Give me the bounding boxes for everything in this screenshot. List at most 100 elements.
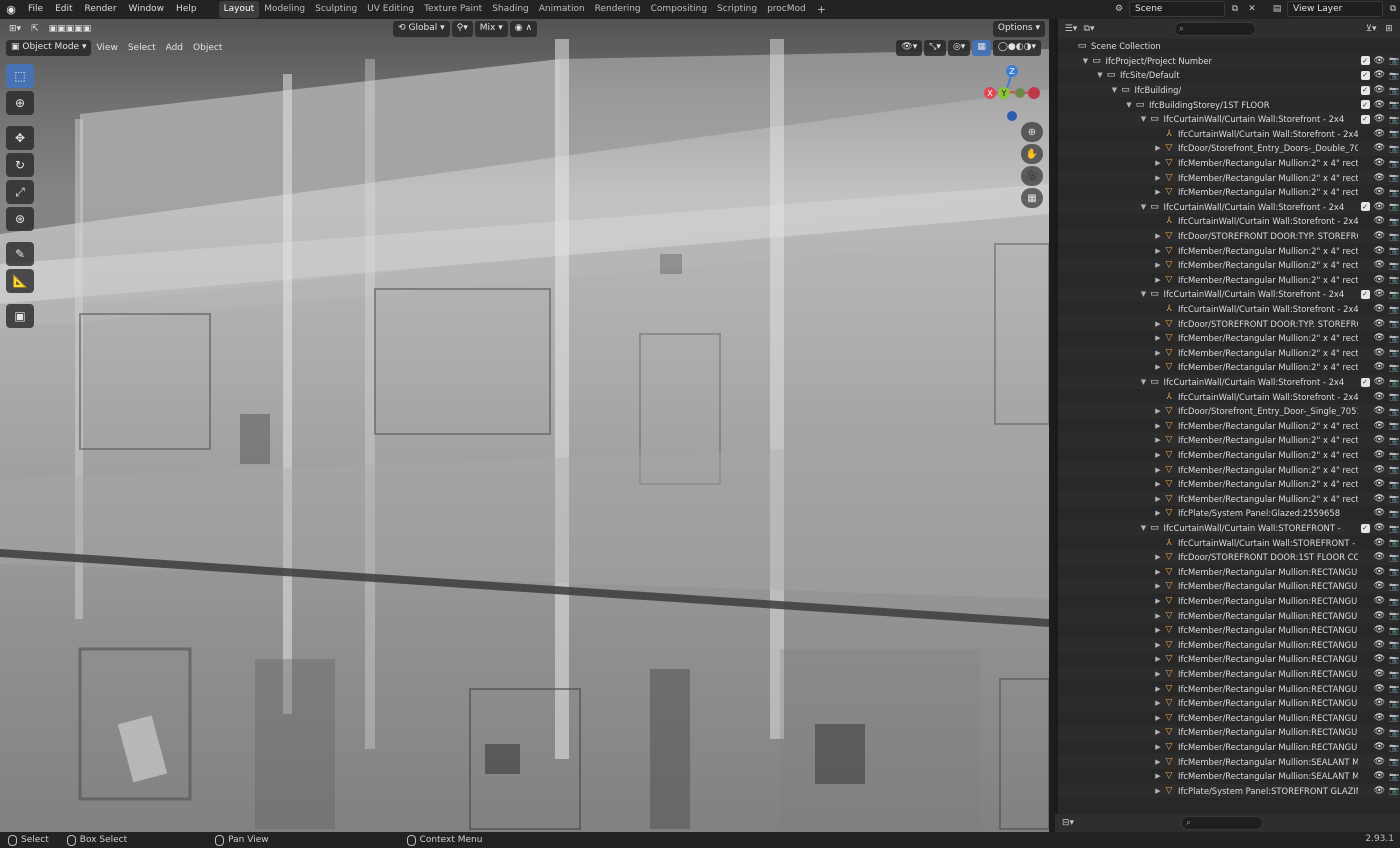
camera-render-icon[interactable]: 📷 (1389, 772, 1399, 781)
expand-arrow-icon[interactable]: ▶ (1153, 276, 1163, 284)
eye-icon[interactable]: 👁 (1374, 494, 1385, 504)
eye-icon[interactable]: 👁 (1374, 669, 1385, 679)
eye-icon[interactable]: 👁 (1374, 85, 1385, 95)
outliner-row[interactable]: ▶ ▽ IfcMember/Rectangular Mullion:2" x 4" … (1058, 156, 1400, 171)
expand-arrow-icon[interactable]: ▶ (1153, 436, 1163, 444)
outliner-row[interactable]: ▶ ▽ IfcMember/Rectangular Mullion:RECTANGU… (1058, 740, 1400, 755)
expand-arrow-icon[interactable]: ▶ (1153, 655, 1163, 663)
eye-icon[interactable]: 👁 (1374, 348, 1385, 358)
eye-icon[interactable]: 👁 (1374, 289, 1385, 299)
outliner-row[interactable]: ▶ ▽ IfcPlate/System Panel:Glazed:2559658 👁 📷 (1058, 506, 1400, 521)
eye-icon[interactable]: 👁 (1374, 508, 1385, 518)
camera-render-icon[interactable]: 📷 (1389, 115, 1399, 124)
eye-icon[interactable]: 👁 (1374, 114, 1385, 124)
outliner-row[interactable]: ▶ ▽ IfcMember/Rectangular Mullion:RECTANGU… (1058, 579, 1400, 594)
delete-scene-icon[interactable]: ✕ (1245, 2, 1259, 16)
footer-search-input[interactable]: ⌕ (1181, 816, 1263, 830)
transform-tool-icon[interactable]: ⊛ (6, 207, 34, 231)
outliner-row[interactable]: ▼ ▭ IfcBuilding/ ✓ 👁 📷 (1058, 82, 1400, 98)
camera-render-icon[interactable]: 📷 (1389, 684, 1399, 693)
outliner-row[interactable]: ▼ ▭ IfcCurtainWall/Curtain Wall:STOREFRONT… (1058, 520, 1400, 536)
camera-render-icon[interactable]: 📷 (1389, 524, 1399, 533)
eye-icon[interactable]: 👁 (1374, 581, 1385, 591)
camera-render-icon[interactable]: 📷 (1389, 319, 1399, 328)
eye-icon[interactable]: 👁 (1374, 275, 1385, 285)
expand-arrow-icon[interactable]: ▶ (1153, 714, 1163, 722)
outliner-row[interactable]: ▶ ▽ IfcMember/Rectangular Mullion:RECTANGU… (1058, 565, 1400, 580)
eye-icon[interactable]: 👁 (1374, 260, 1385, 270)
overlay-toggle-icon[interactable]: ◎▾ (947, 40, 971, 56)
camera-render-icon[interactable]: 📷 (1389, 713, 1399, 722)
camera-render-icon[interactable]: 📷 (1389, 480, 1399, 489)
tab-procmod[interactable]: procMod (762, 1, 811, 18)
camera-render-icon[interactable]: 📷 (1389, 553, 1399, 562)
menu-file[interactable]: File (22, 0, 49, 19)
outliner-row[interactable]: ▶ ▽ IfcMember/Rectangular Mullion:2" x 4" … (1058, 462, 1400, 477)
outliner-row[interactable]: ▶▽ IfcDoor/STOREFRONT DOOR:TYP. STOREFRON… (1058, 228, 1400, 244)
camera-render-icon[interactable]: 📷 (1389, 611, 1399, 620)
camera-render-icon[interactable]: 📷 (1389, 407, 1399, 416)
eye-icon[interactable]: 👁 (1374, 377, 1385, 387)
collapse-arrow-icon[interactable]: ▼ (1081, 57, 1091, 65)
eye-icon[interactable]: 👁 (1374, 538, 1385, 548)
exclude-checkbox[interactable]: ✓ (1360, 70, 1370, 80)
outliner-row[interactable]: ▶ ▽ IfcMember/Rectangular Mullion:RECTANGU… (1058, 696, 1400, 711)
eye-icon[interactable]: 👁 (1374, 143, 1385, 153)
scale-tool-icon[interactable]: ⤢ (6, 180, 34, 204)
camera-render-icon[interactable]: 📷 (1389, 582, 1399, 591)
copy-scene-icon[interactable]: ⧉ (1228, 2, 1242, 16)
menu-window[interactable]: Window (123, 0, 171, 19)
camera-render-icon[interactable]: 📷 (1389, 451, 1399, 460)
camera-render-icon[interactable]: 📷 (1389, 567, 1399, 576)
camera-render-icon[interactable]: 📷 (1389, 786, 1399, 795)
expand-arrow-icon[interactable]: ▶ (1153, 612, 1163, 620)
camera-render-icon[interactable]: 📷 (1389, 363, 1399, 372)
expand-arrow-icon[interactable]: ▶ (1153, 334, 1163, 342)
outliner-row[interactable]: ▶ ▽ IfcMember/Rectangular Mullion:2" x 4" … (1058, 433, 1400, 448)
eye-icon[interactable]: 👁 (1374, 362, 1385, 372)
gizmo-toggle-icon[interactable]: ⤡▾ (924, 40, 946, 56)
select-box-tool-icon[interactable]: ⬚ (6, 64, 34, 88)
expand-arrow-icon[interactable]: ▶ (1153, 582, 1163, 590)
camera-render-icon[interactable]: 📷 (1389, 670, 1399, 679)
outliner-row[interactable]: ▶ ▽ IfcMember/Rectangular Mullion:RECTANGU… (1058, 681, 1400, 696)
select-tool-icon[interactable]: ⇱ (26, 21, 44, 37)
tab-layout[interactable]: Layout (218, 1, 260, 18)
camera-render-icon[interactable]: 📷 (1389, 538, 1399, 547)
outliner-editor-icon[interactable]: ☰▾ (1064, 22, 1078, 36)
eye-icon[interactable]: 👁 (1374, 450, 1385, 460)
camera-render-icon[interactable]: 📷 (1389, 159, 1399, 168)
eye-icon[interactable]: 👁 (1374, 552, 1385, 562)
outliner-row[interactable]: ▶ ▽ IfcMember/Rectangular Mullion:2" x 4" … (1058, 477, 1400, 492)
collapse-arrow-icon[interactable]: ▼ (1139, 378, 1149, 386)
camera-render-icon[interactable]: 📷 (1389, 261, 1399, 270)
blender-logo-icon[interactable]: ◉ (0, 0, 22, 19)
camera-render-icon[interactable]: 📷 (1389, 597, 1399, 606)
xray-toggle-icon[interactable]: ▦ (972, 40, 991, 56)
camera-render-icon[interactable]: 📷 (1389, 71, 1399, 80)
eye-icon[interactable]: 👁 (1374, 406, 1385, 416)
eye-icon[interactable]: 👁 (1374, 158, 1385, 168)
outliner-row[interactable]: ▶ ▽ IfcMember/Rectangular Mullion:2" x 4" … (1058, 491, 1400, 507)
rotate-tool-icon[interactable]: ↻ (6, 153, 34, 177)
eye-icon[interactable]: 👁 (1374, 100, 1385, 110)
eye-icon[interactable]: 👁 (1374, 611, 1385, 621)
eye-icon[interactable]: 👁 (1374, 567, 1385, 577)
footer-editor-icon[interactable]: ⊟▾ (1061, 816, 1075, 830)
outliner-row[interactable]: ▶ ▽ IfcMember/Rectangular Mullion:2" x 4" … (1058, 331, 1400, 346)
outliner-row[interactable]: ▶ ▽ IfcMember/Rectangular Mullion:2" x 4" … (1058, 170, 1400, 185)
outliner-row[interactable]: ⅄ IfcCurtainWall/Curtain Wall:Storefront … (1058, 389, 1400, 404)
move-tool-icon[interactable]: ✥ (6, 126, 34, 150)
outliner-row[interactable]: ▼ ▭ IfcCurtainWall/Curtain Wall:Storefront… (1058, 374, 1400, 390)
outliner-row[interactable]: ▶▽ IfcDoor/STOREFRONT DOOR:1ST FLOOR CONF… (1058, 550, 1400, 565)
outliner-row[interactable]: ▶ ▽ IfcMember/Rectangular Mullion:SEALANT … (1058, 769, 1400, 784)
expand-arrow-icon[interactable]: ▶ (1153, 174, 1163, 182)
add-cube-tool-icon[interactable]: ▣ (6, 304, 34, 328)
camera-render-icon[interactable]: 📷 (1389, 275, 1399, 284)
expand-arrow-icon[interactable]: ▶ (1153, 466, 1163, 474)
expand-arrow-icon[interactable]: ▶ (1153, 728, 1163, 736)
outliner-row[interactable]: ▶ ▽ IfcDoor/Storefront_Entry_Door-_Single_… (1058, 404, 1400, 419)
collapse-arrow-icon[interactable]: ▼ (1124, 101, 1134, 109)
camera-render-icon[interactable]: 📷 (1389, 348, 1399, 357)
outliner-row[interactable]: ⅄ IfcCurtainWall/Curtain Wall:STOREFRONT … (1058, 535, 1400, 550)
